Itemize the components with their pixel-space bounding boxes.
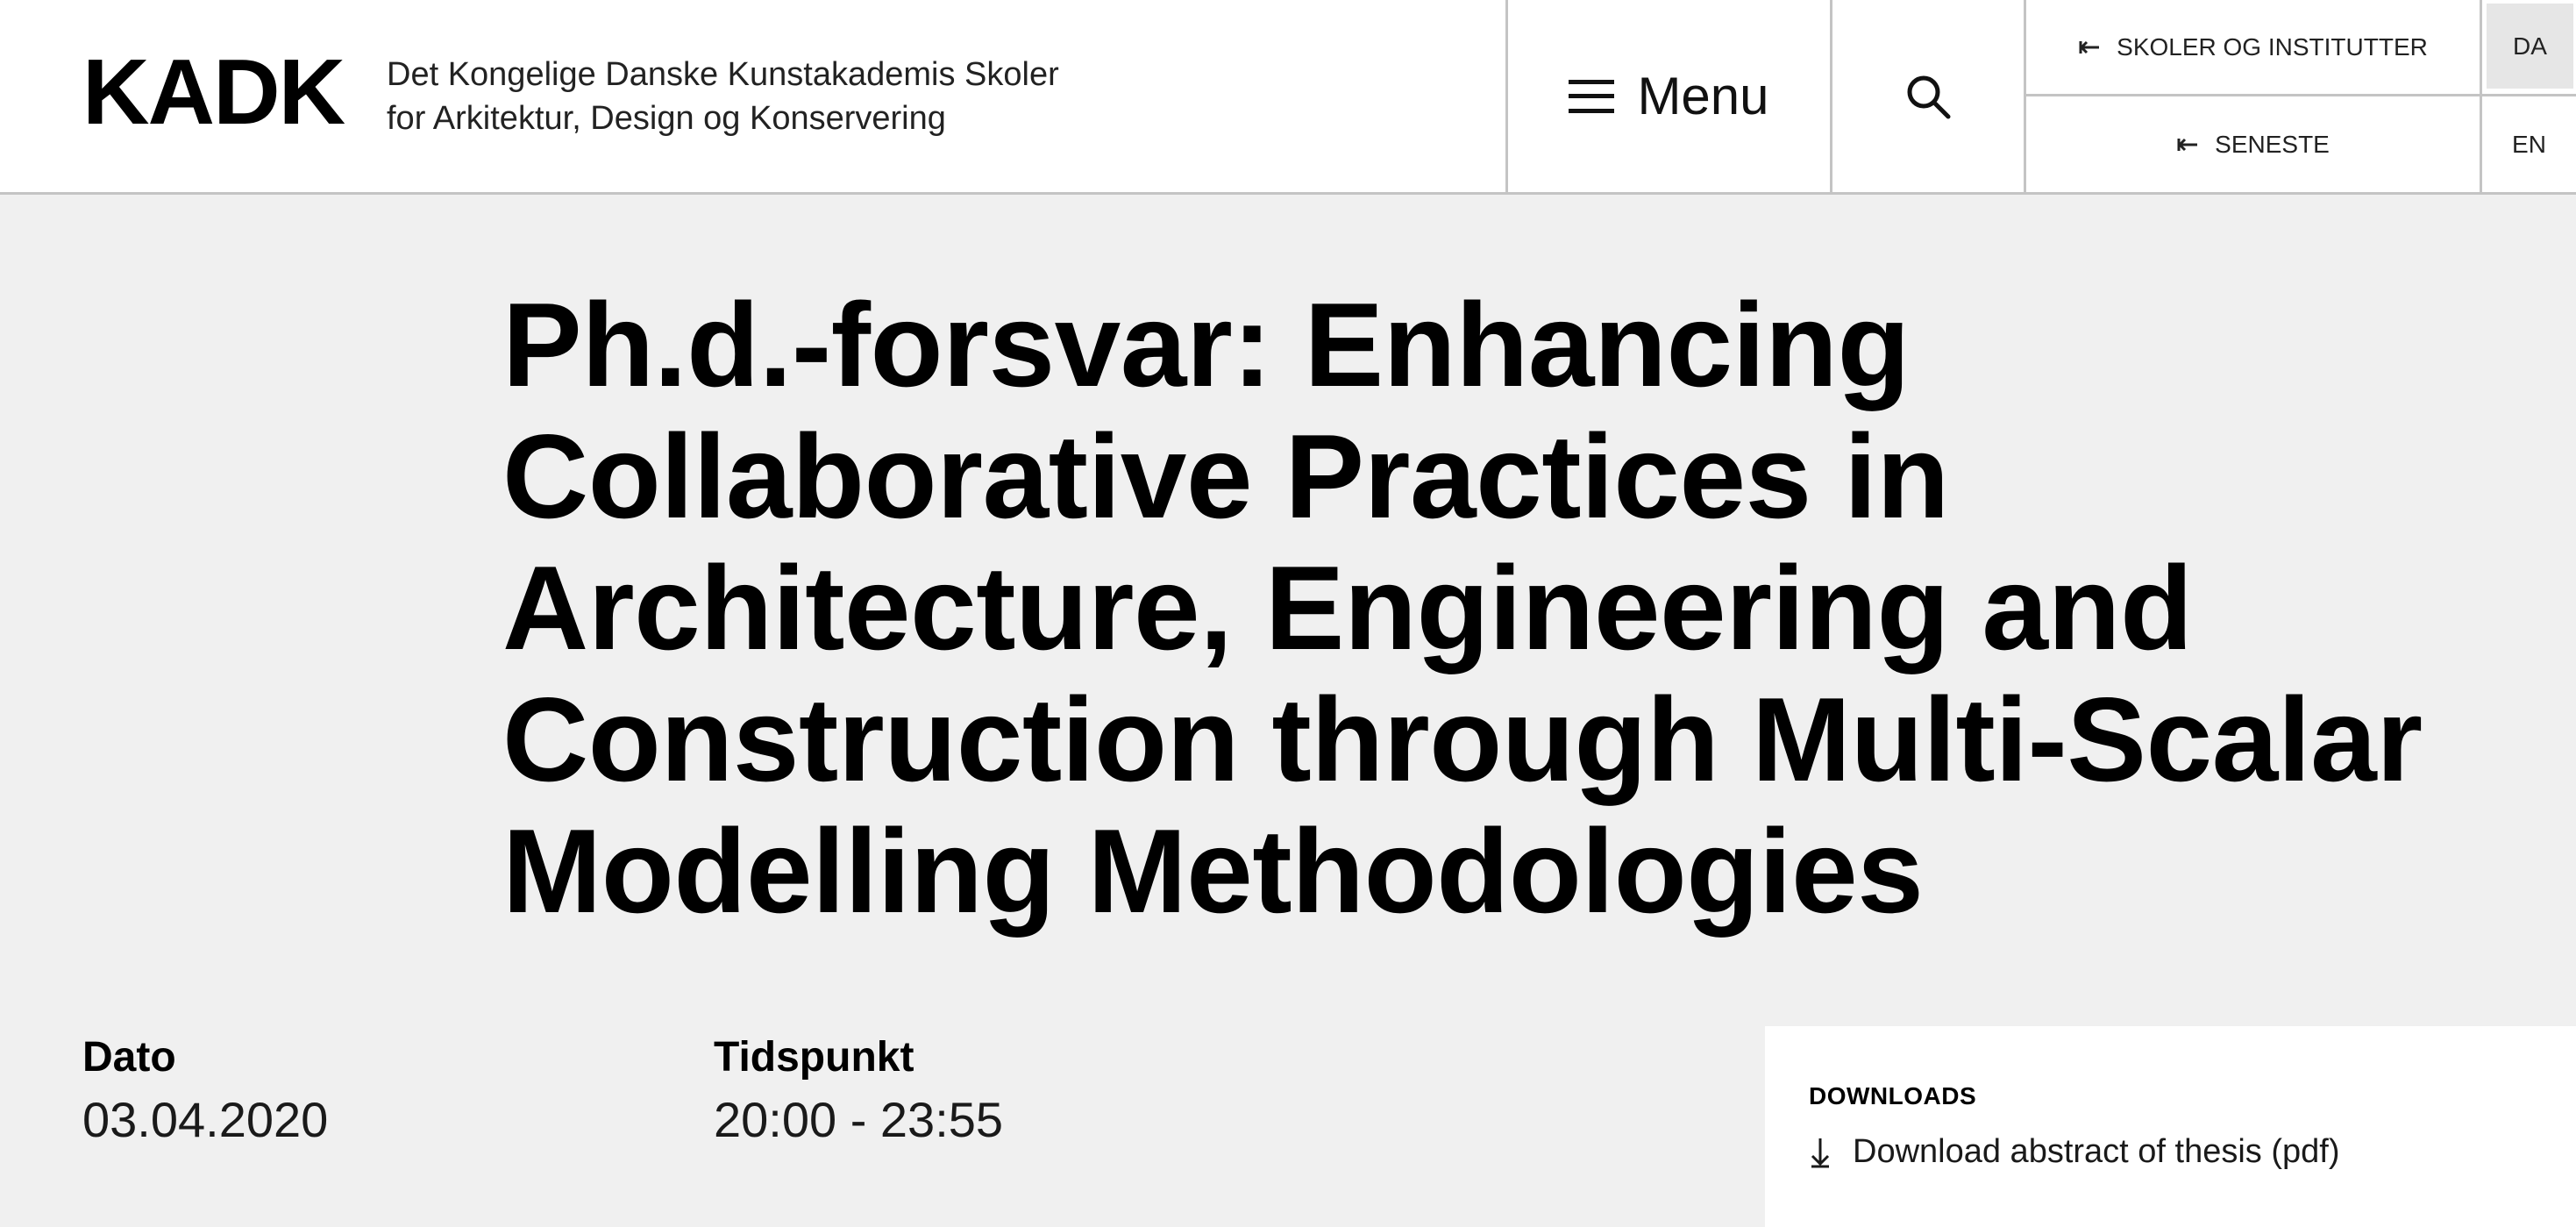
- download-arrow-icon: [1811, 1138, 1830, 1167]
- language-da[interactable]: DA: [2487, 4, 2573, 89]
- language-en[interactable]: EN: [2482, 96, 2576, 192]
- menu-label: Menu: [1637, 67, 1769, 125]
- search-icon: [1907, 75, 1951, 118]
- nav-link-schools[interactable]: SKOLER OG INSTITUTTER: [2026, 0, 2480, 94]
- page: KADK Det Kongelige Danske Kunstakademis …: [0, 0, 2576, 1227]
- date-label: Dato: [82, 1034, 176, 1081]
- downloads-panel: DOWNLOADS Download abstract of thesis (p…: [1765, 1026, 2576, 1227]
- date-value: 03.04.2020: [82, 1092, 329, 1147]
- nav-link-latest-label: SENESTE: [2215, 130, 2330, 158]
- site-logo[interactable]: KADK: [82, 46, 345, 139]
- menu-button[interactable]: Menu: [1508, 0, 1830, 192]
- search-button[interactable]: [1832, 0, 2024, 192]
- download-abstract-link[interactable]: Download abstract of thesis (pdf): [1809, 1133, 2340, 1171]
- hamburger-icon: [1569, 79, 1615, 114]
- download-abstract-label: Download abstract of thesis (pdf): [1853, 1133, 2340, 1170]
- site-tagline: Det Kongelige Danske Kunstakademis Skole…: [387, 53, 1059, 140]
- time-value: 20:00 - 23:55: [714, 1092, 1004, 1147]
- nav-link-schools-label: SKOLER OG INSTITUTTER: [2117, 32, 2428, 61]
- page-title: Ph.d.-forsvar: Enhancing Collaborative P…: [502, 278, 2423, 938]
- arrow-left-icon: [2079, 40, 2100, 54]
- time-label: Tidspunkt: [714, 1034, 914, 1081]
- site-header: KADK Det Kongelige Danske Kunstakademis …: [0, 0, 2576, 195]
- event-date: Dato 03.04.2020: [82, 1033, 328, 1151]
- event-time: Tidspunkt 20:00 - 23:55: [714, 1033, 1003, 1151]
- tagline-line-1: Det Kongelige Danske Kunstakademis Skole…: [387, 56, 1059, 93]
- downloads-heading: DOWNLOADS: [1809, 1082, 1977, 1109]
- arrow-left-icon: [2177, 138, 2198, 151]
- tagline-line-2: for Arkitektur, Design og Konservering: [387, 100, 946, 137]
- nav-link-latest[interactable]: SENESTE: [2026, 96, 2480, 192]
